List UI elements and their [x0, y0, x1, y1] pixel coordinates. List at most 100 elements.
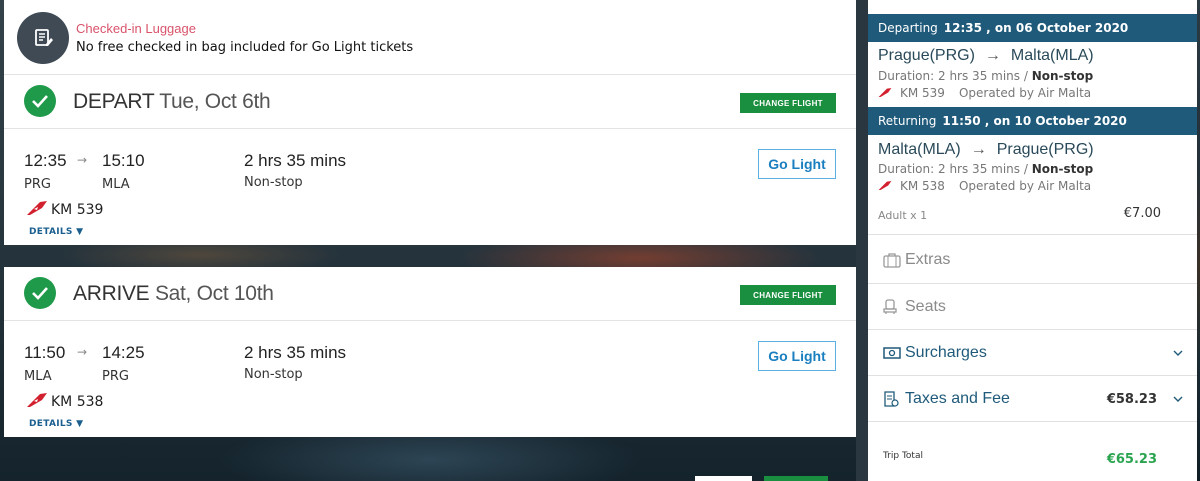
departing-route: Prague(PRG) → Malta(MLA): [878, 47, 1094, 65]
surcharges-row[interactable]: Surcharges: [868, 330, 1197, 376]
luggage-icon: [883, 252, 901, 268]
returning-when: 11:50 , on 10 October 2020: [942, 114, 1127, 128]
luggage-text: No free checked in bag included for Go L…: [76, 40, 414, 55]
route-from: Malta(MLA): [878, 141, 961, 158]
surcharges-label: Surcharges: [905, 344, 987, 361]
seat-icon: [883, 299, 901, 315]
returning-duration: Duration: 2 hrs 35 mins / Non-stop: [878, 162, 1093, 176]
stops-value: Non-stop: [1031, 69, 1094, 83]
returning-route: Malta(MLA) → Prague(PRG): [878, 141, 1094, 159]
duration-value: 2 hrs 35 mins /: [938, 162, 1028, 176]
money-icon: [883, 345, 901, 361]
luggage-note-icon: [17, 12, 69, 64]
departing-label: Departing: [878, 21, 938, 35]
depart-header: DEPART Tue, Oct 6th CHANGE FLIGHT: [4, 75, 856, 129]
booking-summary-panel: Departing 12:35 , on 06 October 2020 Pra…: [868, 0, 1197, 481]
depart-title: DEPART Tue, Oct 6th: [73, 90, 271, 114]
arrive-segment: 11:50 → 14:25 MLA PRG 2 hrs 35 mins Non-…: [4, 321, 856, 437]
change-flight-button[interactable]: CHANGE FLIGHT: [740, 285, 836, 305]
duration-label: Duration:: [878, 162, 935, 176]
arrow-right-icon: →: [984, 47, 1001, 64]
flight-duration: 2 hrs 35 mins: [244, 343, 347, 362]
caret-down-icon: ▼: [76, 419, 84, 429]
luggage-title: Checked-in Luggage: [76, 21, 196, 36]
departing-duration: Duration: 2 hrs 35 mins / Non-stop: [878, 69, 1093, 83]
route-from: Prague(PRG): [878, 47, 975, 64]
route-to: Malta(MLA): [1010, 47, 1094, 64]
flight-stops: Non-stop: [244, 175, 303, 190]
passenger-count: Adult x 1: [878, 209, 928, 222]
back-button-edge[interactable]: [695, 476, 752, 481]
stops-value: Non-stop: [1031, 162, 1094, 176]
taxes-label: Taxes and Fee: [905, 390, 1010, 407]
arrive-title: ARRIVE Sat, Oct 10th: [73, 282, 274, 306]
divider: [868, 234, 1197, 235]
extras-label: Extras: [905, 251, 951, 268]
route-to: Prague(PRG): [996, 141, 1094, 158]
depart-date: Tue, Oct 6th: [159, 90, 271, 113]
taxes-value: €58.23: [1106, 391, 1157, 407]
taxes-row[interactable]: Taxes and Fee €58.23: [868, 376, 1197, 422]
departure-code: PRG: [24, 177, 51, 192]
chevron-down-icon[interactable]: [1173, 394, 1183, 404]
check-icon: [24, 277, 56, 309]
luggage-notice: Checked-in Luggage No free checked in ba…: [4, 0, 856, 75]
airline-logo-icon: [26, 392, 48, 408]
trip-total-value: €65.23: [1106, 452, 1157, 467]
flight-number: KM 539: [900, 86, 945, 100]
returning-operator: KM 538 Operated by Air Malta: [878, 179, 1091, 194]
duration-label: Duration:: [878, 69, 935, 83]
flight-number: KM 539: [51, 202, 104, 218]
depart-segment: 12:35 → 15:10 PRG MLA 2 hrs 35 mins Non-…: [4, 129, 856, 245]
departure-code: MLA: [24, 369, 52, 384]
chevron-down-icon[interactable]: [1173, 348, 1183, 358]
arrival-time: 14:25: [102, 343, 145, 362]
departing-operator: KM 539 Operated by Air Malta: [878, 86, 1091, 101]
flight-stops: Non-stop: [244, 367, 303, 382]
receipt-icon: [883, 391, 901, 407]
duration-value: 2 hrs 35 mins /: [938, 69, 1028, 83]
airline-logo-icon: [878, 87, 894, 101]
arrive-header: ARRIVE Sat, Oct 10th CHANGE FLIGHT: [4, 267, 856, 321]
arrive-flight-card: ARRIVE Sat, Oct 10th CHANGE FLIGHT 11:50…: [4, 267, 856, 437]
flight-duration: 2 hrs 35 mins: [244, 151, 347, 170]
flight-number: KM 538: [900, 179, 945, 193]
departure-time: 12:35: [24, 151, 67, 170]
arrow-right-icon: →: [77, 153, 88, 167]
arrow-right-icon: →: [77, 345, 88, 359]
depart-flight-card: DEPART Tue, Oct 6th CHANGE FLIGHT 12:35 …: [4, 75, 856, 245]
background-strip: [856, 0, 868, 481]
caret-down-icon: ▼: [76, 227, 84, 237]
returning-label: Returning: [878, 114, 937, 128]
airline-logo-icon: [878, 180, 894, 194]
departing-header: Departing 12:35 , on 06 October 2020: [868, 14, 1197, 42]
trip-total-label: Trip Total: [883, 451, 923, 461]
details-label: DETAILS: [29, 419, 73, 429]
arrival-code: MLA: [102, 177, 130, 192]
operated-by: Operated by Air Malta: [958, 179, 1092, 193]
arrive-direction: ARRIVE: [73, 282, 150, 305]
depart-direction: DEPART: [73, 90, 155, 113]
go-light-fare-button[interactable]: Go Light: [758, 149, 836, 179]
arrive-date: Sat, Oct 10th: [154, 282, 274, 305]
departure-time: 11:50: [24, 343, 66, 362]
arrival-code: PRG: [102, 369, 129, 384]
extras-row[interactable]: Extras: [868, 237, 1197, 283]
arrival-time: 15:10: [102, 151, 145, 170]
check-icon: [24, 85, 56, 117]
returning-header: Returning 11:50 , on 10 October 2020: [868, 107, 1197, 135]
seats-label: Seats: [905, 298, 946, 315]
divider: [868, 421, 1197, 422]
go-light-fare-button[interactable]: Go Light: [758, 341, 836, 371]
change-flight-button[interactable]: CHANGE FLIGHT: [740, 93, 836, 113]
departing-when: 12:35 , on 06 October 2020: [943, 21, 1129, 35]
flight-number: KM 538: [51, 394, 104, 410]
details-toggle[interactable]: DETAILS ▼: [29, 227, 83, 237]
airline-logo-icon: [26, 200, 48, 216]
continue-button-edge[interactable]: [764, 476, 828, 481]
passenger-price: €7.00: [1123, 206, 1161, 221]
seats-row[interactable]: Seats: [868, 284, 1197, 330]
operated-by: Operated by Air Malta: [958, 86, 1092, 100]
details-toggle[interactable]: DETAILS ▼: [29, 419, 83, 429]
arrow-right-icon: →: [970, 141, 987, 158]
